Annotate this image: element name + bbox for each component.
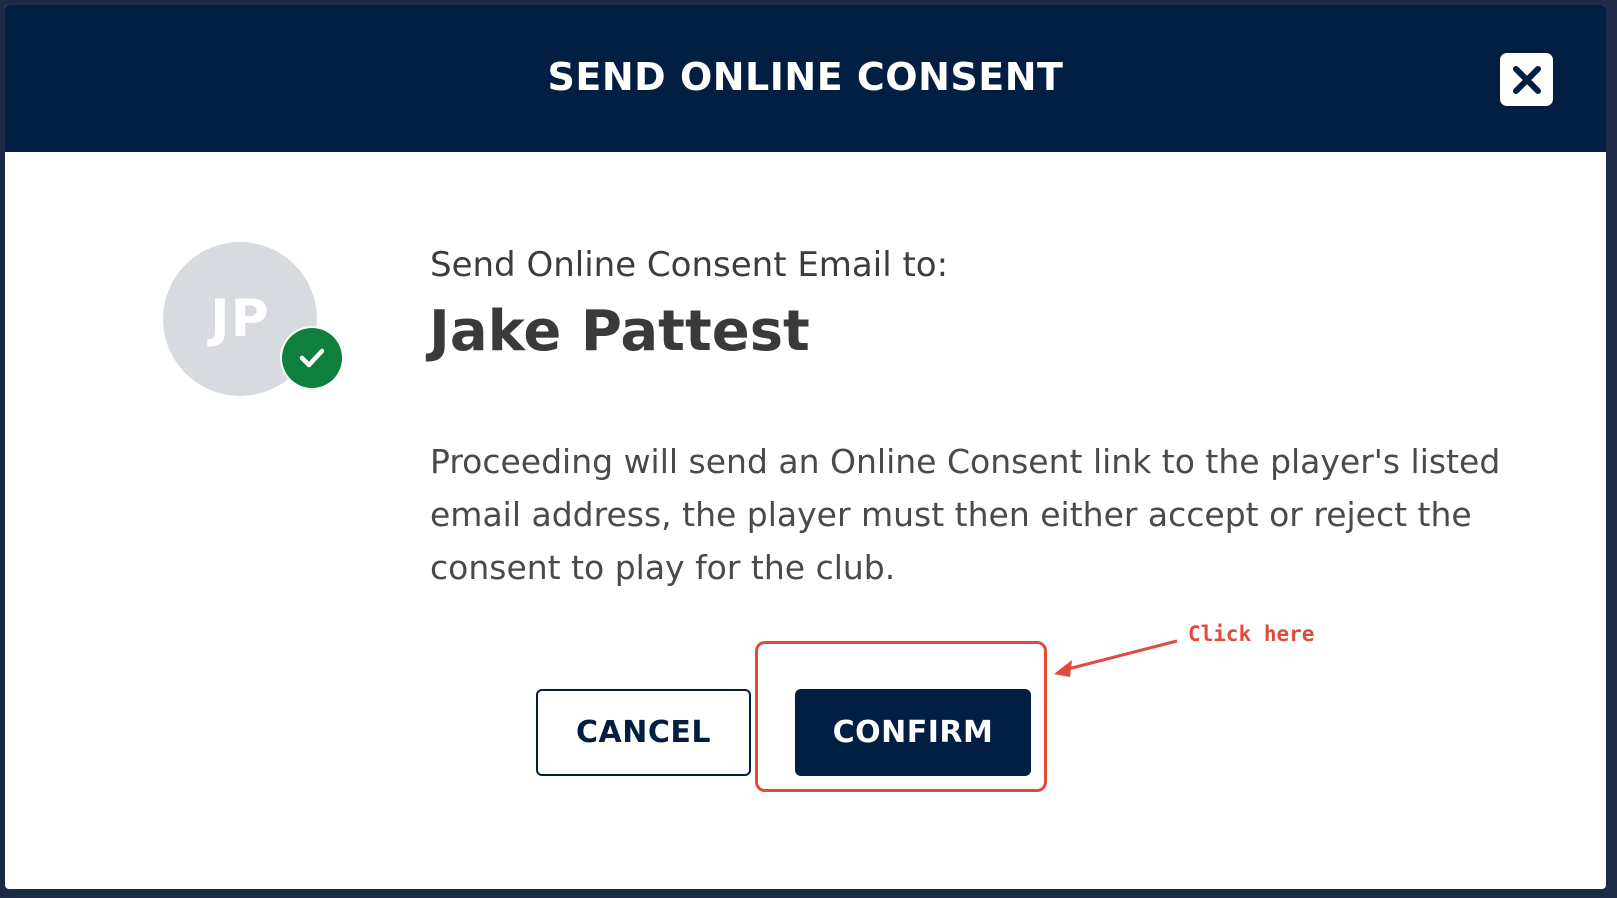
cancel-button[interactable]: CANCEL: [536, 689, 751, 776]
avatar-initials: JP: [210, 289, 270, 349]
dialog-header: SEND ONLINE CONSENT: [5, 5, 1606, 152]
confirm-button[interactable]: CONFIRM: [795, 689, 1031, 776]
consent-description: Proceeding will send an Online Consent l…: [430, 442, 1501, 587]
dialog-title: SEND ONLINE CONSENT: [547, 55, 1064, 99]
annotation-label: Click here: [1188, 622, 1315, 646]
close-button[interactable]: [1500, 53, 1553, 106]
close-icon: [1512, 65, 1541, 94]
send-online-consent-dialog: SEND ONLINE CONSENT JP Send Online Conse…: [5, 5, 1606, 889]
check-icon: [282, 328, 342, 388]
verified-badge: [280, 326, 344, 390]
player-name: Jake Pattest: [429, 299, 810, 364]
dialog-subtitle: Send Online Consent Email to:: [430, 245, 949, 285]
